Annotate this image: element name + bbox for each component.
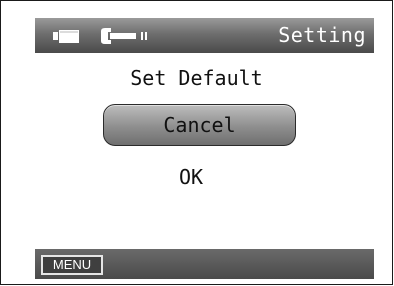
wrench-icon[interactable]	[99, 28, 153, 44]
footer-bar: MENU	[35, 249, 374, 279]
menu-button[interactable]: MENU	[41, 255, 103, 275]
header-title: Setting	[278, 23, 366, 47]
camera-screen: Setting Set Default Cancel OK MENU	[0, 0, 393, 285]
video-camera-icon[interactable]	[53, 29, 79, 43]
header-bar: Setting	[35, 18, 374, 53]
ok-option[interactable]: OK	[141, 162, 241, 192]
dialog-title: Set Default	[130, 66, 263, 90]
cancel-option[interactable]: Cancel	[103, 104, 296, 146]
